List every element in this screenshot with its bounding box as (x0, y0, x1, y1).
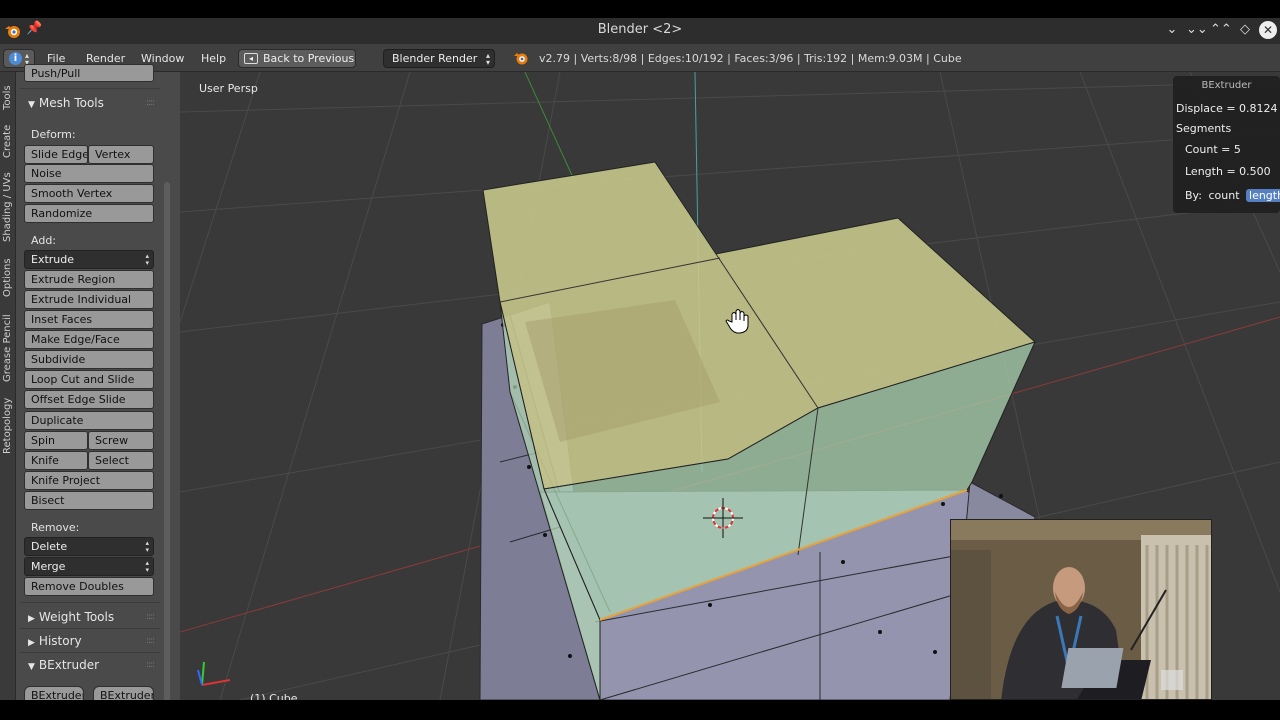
shade-down-icon[interactable]: ⌄⌄ (1186, 20, 1208, 40)
collapsed-triangle-icon: ▶ (28, 638, 35, 648)
letterbox-bottom (0, 700, 1280, 720)
info-icon: i (9, 52, 22, 65)
scrollbar-thumb[interactable] (164, 182, 170, 702)
length-field[interactable]: Length = 0.500 (1185, 165, 1271, 178)
blender-stats-icon (514, 53, 528, 65)
viewport-view-label: User Persp (199, 82, 258, 95)
noise-button[interactable]: Noise (24, 164, 154, 183)
by-length-option[interactable]: length (1246, 189, 1280, 202)
knife-button[interactable]: Knife (24, 451, 88, 470)
collapsed-triangle-icon: ▶ (28, 614, 35, 624)
scene-statistics: v2.79 | Verts:8/98 | Edges:10/192 | Face… (539, 52, 962, 65)
bextruder-redo-panel: BExtruder Displace = 0.8124 Segments Cou… (1173, 76, 1280, 213)
window-titlebar: 📌 Blender <2> ⌄ ⌄⌄ ⌃⌃ ◇ ✕ (0, 18, 1280, 44)
minimize-down-icon[interactable]: ⌄ (1162, 20, 1182, 40)
screw-button[interactable]: Screw (88, 431, 154, 450)
remove-doubles-button[interactable]: Remove Doubles (24, 577, 154, 596)
bextruder-title: BExtruder (38, 658, 100, 672)
expanded-triangle-icon: ▼ (28, 100, 35, 110)
drag-grip-icon[interactable]: :::: (146, 93, 155, 113)
drag-grip-icon[interactable]: :::: (146, 655, 155, 675)
inset-faces-button[interactable]: Inset Faces (24, 310, 154, 329)
count-field[interactable]: Count = 5 (1185, 143, 1241, 156)
panel-divider (20, 602, 160, 603)
duplicate-button[interactable]: Duplicate (24, 411, 154, 430)
updown-arrows-icon: ▴ ▾ (485, 51, 490, 67)
letterbox-top (0, 0, 1280, 18)
info-header: i ▴ ▾ File Render Window Help ◂ Back to P… (0, 44, 1280, 72)
y-axis-line (524, 72, 576, 183)
panel-divider (20, 88, 160, 89)
presenter-video-frame (951, 520, 1211, 699)
offset-edge-slide-button[interactable]: Offset Edge Slide (24, 390, 154, 409)
weight-tools-title: Weight Tools (38, 610, 115, 624)
mesh-tools-panel-header[interactable]: ▼ Mesh Tools :::: (20, 93, 158, 113)
knife-select-button[interactable]: Select (88, 451, 154, 470)
by-label: By: (1185, 189, 1202, 202)
delete-menu[interactable]: Delete ▴ ▾ (24, 537, 154, 556)
displace-field[interactable]: Displace = 0.8124 (1176, 102, 1278, 115)
subdivide-button[interactable]: Subdivide (24, 350, 154, 369)
maximize-up-icon[interactable]: ⌃⌃ (1210, 20, 1232, 40)
push-pull-button[interactable]: Push/Pull (24, 64, 154, 82)
smooth-vertex-button[interactable]: Smooth Vertex (24, 184, 154, 203)
segments-label: Segments (1176, 122, 1232, 135)
drag-grip-icon[interactable]: :::: (146, 631, 155, 651)
active-object-label: (1) Cube (250, 692, 298, 700)
menu-help[interactable]: Help (201, 52, 226, 65)
by-count-option[interactable]: count (1205, 189, 1242, 202)
drag-grip-icon[interactable]: :::: (146, 607, 155, 627)
panel-divider (20, 652, 160, 653)
merge-menu[interactable]: Merge ▴ ▾ (24, 557, 154, 576)
expanded-triangle-icon: ▼ (28, 662, 35, 672)
render-engine-select[interactable]: Blender Render ▴ ▾ (383, 49, 495, 68)
loop-cut-slide-button[interactable]: Loop Cut and Slide (24, 370, 154, 389)
updown-arrows-icon: ▴ ▾ (145, 559, 149, 574)
extrude-label: Extrude (31, 253, 75, 266)
tool-shelf-scrollbar[interactable] (162, 72, 172, 702)
mesh-tools-title: Mesh Tools (38, 96, 104, 110)
axis-gizmo-icon (197, 661, 231, 686)
screen: 📌 Blender <2> ⌄ ⌄⌄ ⌃⌃ ◇ ✕ i ▴ ▾ File Rend… (0, 0, 1280, 720)
by-selector: By: count length (1185, 189, 1280, 202)
make-edge-face-button[interactable]: Make Edge/Face (24, 330, 154, 349)
spin-button[interactable]: Spin (24, 431, 88, 450)
extrude-individual-button[interactable]: Extrude Individual (24, 290, 154, 309)
bisect-button[interactable]: Bisect (24, 491, 154, 510)
screen-back-icon: ◂ (244, 53, 258, 64)
presenter-webcam-overlay (950, 519, 1212, 700)
updown-arrows-icon: ▴ ▾ (145, 539, 149, 554)
slide-edge-button[interactable]: Slide Edge (24, 145, 88, 164)
delete-label: Delete (31, 540, 68, 553)
toolshelf-tabs: Tools Create Shading / UVs Options Greas… (0, 72, 16, 700)
render-engine-value: Blender Render (392, 52, 478, 65)
weight-tools-panel-header[interactable]: ▶ Weight Tools :::: (20, 607, 158, 627)
history-panel-header[interactable]: ▶ History :::: (20, 631, 158, 651)
remove-label: Remove: (31, 521, 80, 534)
history-title: History (38, 634, 82, 648)
knife-project-button[interactable]: Knife Project (24, 471, 154, 490)
add-label: Add: (31, 234, 57, 247)
sticky-diamond-icon[interactable]: ◇ (1235, 20, 1255, 40)
extrude-menu[interactable]: Extrude ▴ ▾ (24, 250, 154, 269)
back-to-previous-button[interactable]: ◂ Back to Previous (238, 49, 356, 68)
close-window-button[interactable]: ✕ (1259, 21, 1277, 39)
back-to-previous-label: Back to Previous (263, 52, 355, 65)
window-title: Blender <2> (597, 22, 683, 37)
bextruder-panel-header[interactable]: ▼ BExtruder :::: (20, 655, 158, 675)
redo-panel-title: BExtruder (1201, 80, 1252, 91)
merge-label: Merge (31, 560, 66, 573)
deform-label: Deform: (31, 128, 76, 141)
extrude-region-button[interactable]: Extrude Region (24, 270, 154, 289)
panel-divider (20, 628, 160, 629)
randomize-button[interactable]: Randomize (24, 204, 154, 223)
updown-arrows-icon: ▴ ▾ (145, 252, 149, 267)
vertex-slide-button[interactable]: Vertex (88, 145, 154, 164)
